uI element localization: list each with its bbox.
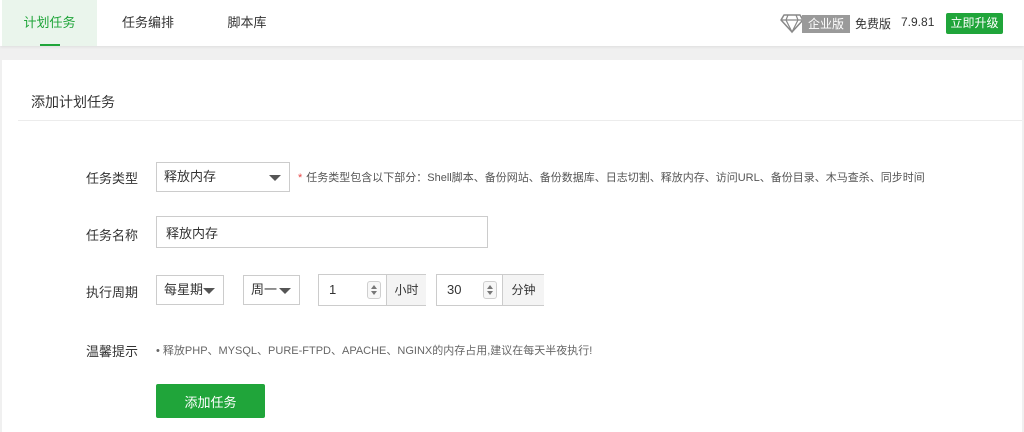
required-star: * [298,172,303,184]
period-label: 执行周期 [86,285,139,300]
enterprise-badge: 企业版 [802,15,851,33]
hour-unit-label: 小时 [386,275,426,305]
chevron-up-icon [487,285,493,289]
task-name-label: 任务名称 [86,228,139,243]
top-nav-bar: 计划任务 任务编排 脚本库 企业版 免费版 7.9.81 立即升级 [0,0,1024,46]
task-name-input[interactable] [156,216,488,248]
chevron-down-icon [371,291,377,295]
panel-title: 添加计划任务 [31,94,115,110]
minute-input-group: 30 分钟 [436,274,544,306]
add-task-button[interactable]: 添加任务 [156,384,265,418]
divider [18,120,1022,121]
cycle-selected-value: 每星期 [164,282,204,297]
chevron-down-icon [279,288,291,294]
version-number: 7.9.81 [901,15,935,29]
hour-input-group: 1 小时 [318,274,426,306]
task-type-hint-text: 任务类型包含以下部分：Shell脚本、备份网站、备份数据库、日志切割、释放内存、… [306,172,925,184]
weekday-select[interactable]: 周一 [243,275,300,305]
chevron-down-icon [203,288,215,294]
task-type-selected-value: 释放内存 [164,169,217,184]
tab-task-orchestration[interactable]: 任务编排 [104,0,192,46]
hour-input[interactable]: 1 [329,275,336,305]
minute-unit-label: 分钟 [502,275,544,305]
task-type-label: 任务类型 [86,171,139,186]
tab-script-library[interactable]: 脚本库 [204,0,290,46]
hour-stepper[interactable] [367,281,381,299]
add-task-panel: 添加计划任务 任务类型 释放内存 * 任务类型包含以下部分：Shell脚本、备份网… [2,60,1022,432]
tab-scheduled-tasks[interactable]: 计划任务 [2,0,97,46]
diamond-icon [780,14,804,34]
minute-stepper[interactable] [483,281,497,299]
free-edition-label: 免费版 [855,17,892,31]
minute-input[interactable]: 30 [447,275,461,305]
chevron-up-icon [371,285,377,289]
chevron-down-icon [487,291,493,295]
weekday-selected-value: 周一 [251,282,278,297]
task-type-select[interactable]: 释放内存 [156,162,290,192]
tip-label: 温馨提示 [86,344,139,359]
tip-text: • 释放PHP、MYSQL、PURE-FTPD、APACHE、NGINX的内存占… [156,345,593,357]
chevron-down-icon [269,175,281,181]
cycle-select[interactable]: 每星期 [156,275,224,305]
upgrade-button[interactable]: 立即升级 [946,13,1003,34]
task-type-hint: * 任务类型包含以下部分：Shell脚本、备份网站、备份数据库、日志切割、释放内存… [298,169,925,185]
